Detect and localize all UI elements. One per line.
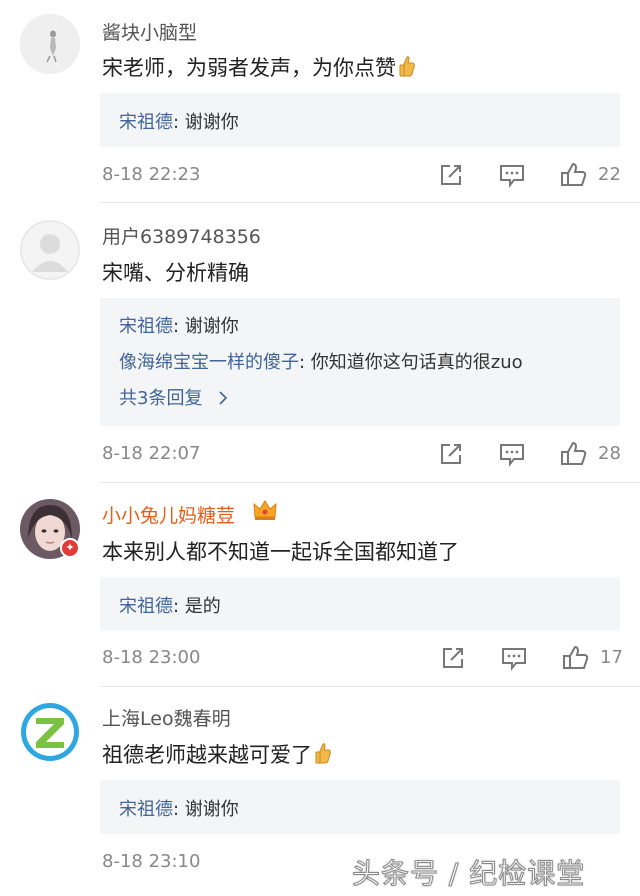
reply-box[interactable]: 宋祖德: 谢谢你 [100,93,620,147]
like-count: 28 [598,443,621,464]
reply-username[interactable]: 宋祖德 [119,596,173,617]
share-icon[interactable] [439,644,467,672]
avatar[interactable] [20,702,80,762]
comment-text: 祖德老师越来越可爱了 [102,739,332,769]
crown-icon [252,498,278,526]
comment-username[interactable]: 上海Leo魏春明 [102,704,231,731]
like-icon[interactable] [560,440,588,468]
comment-username[interactable]: 小小兔儿妈糖荳 [102,501,235,528]
comment-icon[interactable] [500,644,528,672]
comment-meta: 8-18 22:07 28 [0,440,640,470]
comment-time: 8-18 22:23 [102,164,201,185]
comment-text: 本来别人都不知道一起诉全国都知道了 [102,540,459,564]
comment-time: 8-18 23:10 [102,851,201,872]
like-icon[interactable] [562,644,590,672]
comment-icon[interactable] [498,440,526,468]
divider [100,686,640,687]
reply-text: : 你知道你这句话真的很zuo [299,352,523,373]
more-replies-link[interactable]: 共3条回复 [119,384,228,410]
like-icon[interactable] [560,161,588,189]
reply-username[interactable]: 宋祖德 [119,316,173,337]
reply-username[interactable]: 宋祖德 [119,112,173,133]
comment-icon[interactable] [498,161,526,189]
comment-text: 宋嘴、分析精确 [102,261,249,285]
reply-box[interactable]: 宋祖德: 谢谢你 [100,780,620,834]
reply-item: 宋祖德: 谢谢你 [119,312,239,338]
reply-text: : 谢谢你 [173,316,239,337]
reply-item: 宋祖德: 是的 [119,592,221,618]
like-count: 22 [598,164,621,185]
comment-username[interactable]: 酱块小脑型 [102,18,197,45]
comment-meta: 8-18 23:00 17 [0,644,640,674]
thumbs-up-emoji-icon [314,742,332,769]
watermark: 头条号 / 纪检课堂 [351,857,586,891]
reply-item: 宋祖德: 谢谢你 [119,108,239,134]
reply-box[interactable]: 宋祖德: 是的 [100,577,620,631]
avatar[interactable] [20,220,80,280]
thumbs-up-emoji-icon [398,55,416,82]
reply-box[interactable]: 宋祖德: 谢谢你 像海绵宝宝一样的傻子: 你知道你这句话真的很zuo 共3条回复 [100,298,620,426]
comment-text: 宋老师，为弱者发声，为你点赞 [102,52,416,82]
reply-item: 像海绵宝宝一样的傻子: 你知道你这句话真的很zuo [119,348,523,374]
avatar[interactable] [20,14,80,74]
comment-time: 8-18 22:07 [102,443,201,464]
reply-username[interactable]: 像海绵宝宝一样的傻子 [119,352,299,373]
comment-time: 8-18 23:00 [102,647,201,668]
comment-meta: 8-18 22:23 22 [0,161,640,191]
chevron-right-icon [212,388,228,409]
reply-text: : 谢谢你 [173,799,239,820]
divider [100,482,640,483]
reply-item: 宋祖德: 谢谢你 [119,795,239,821]
share-icon[interactable] [437,440,465,468]
share-icon[interactable] [437,161,465,189]
comment-username[interactable]: 用户6389748356 [102,222,261,249]
verified-badge-icon: ✦ [60,538,80,558]
divider [100,202,640,203]
like-count: 17 [600,647,623,668]
reply-text: : 谢谢你 [173,112,239,133]
reply-text: : 是的 [173,596,221,617]
reply-username[interactable]: 宋祖德 [119,799,173,820]
